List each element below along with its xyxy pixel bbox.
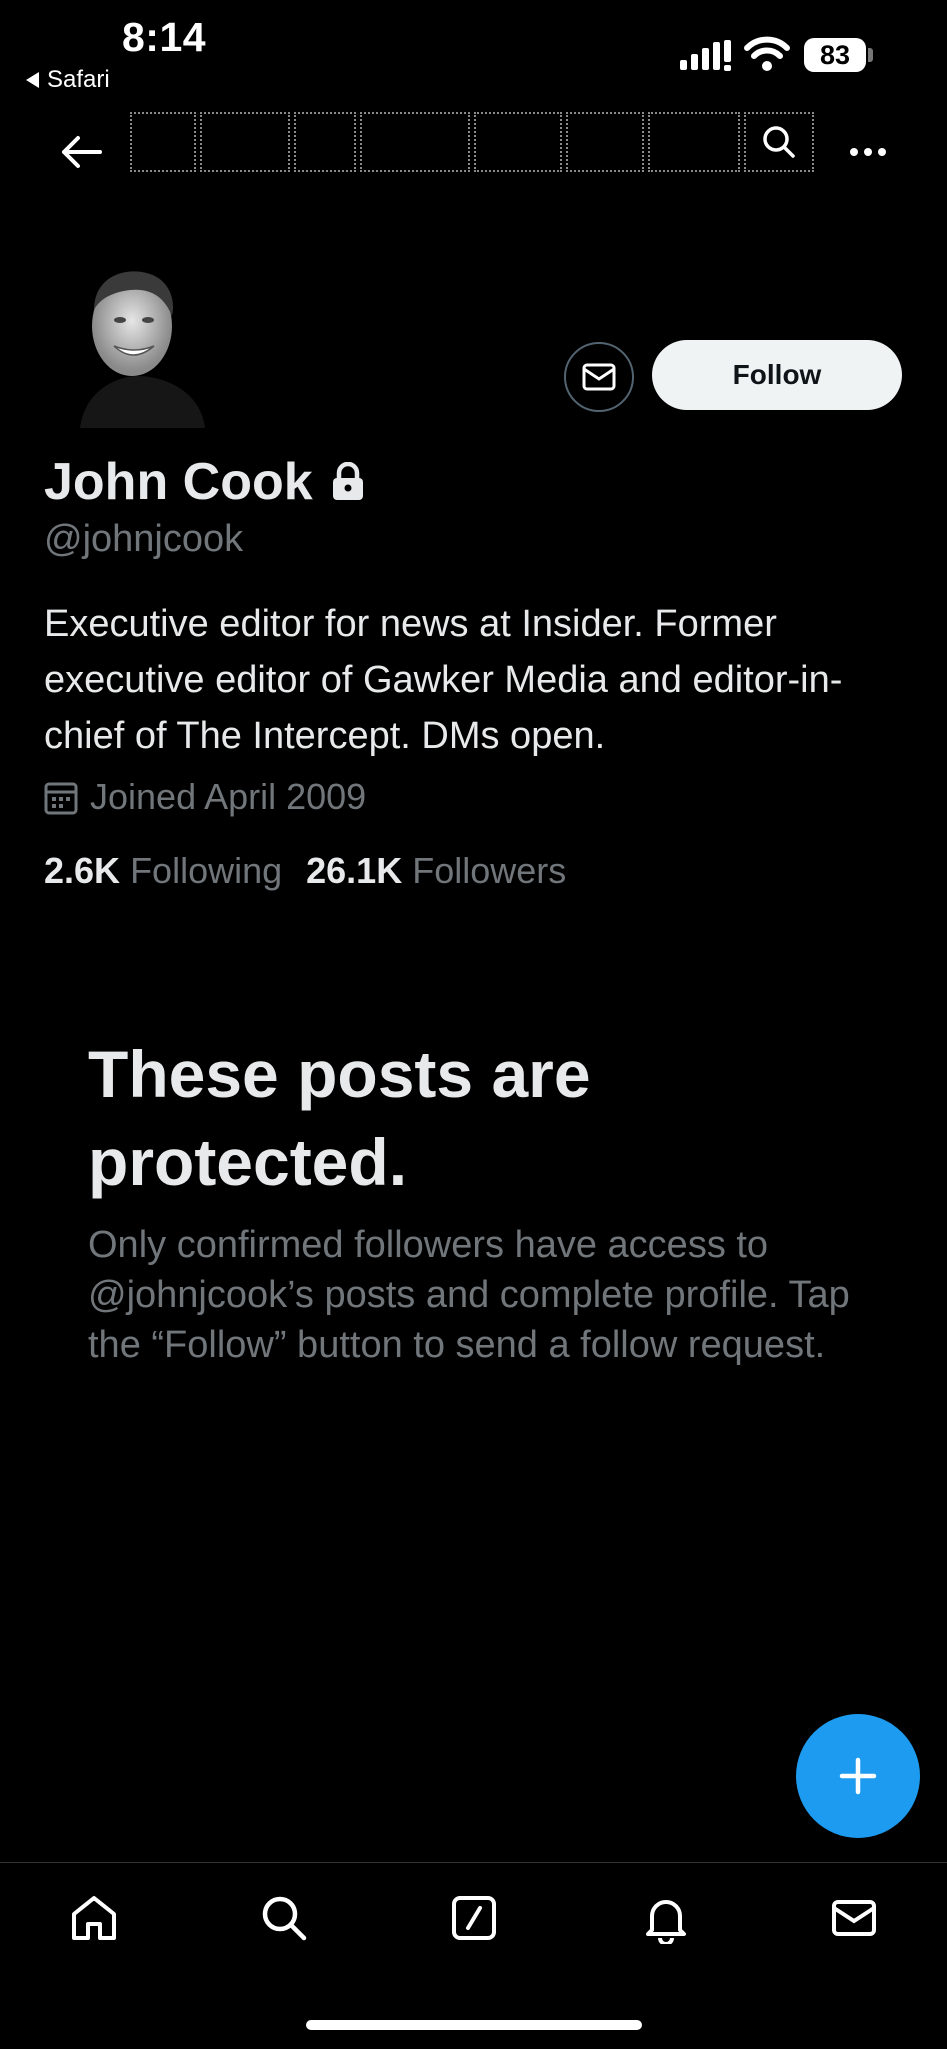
joined-date: Joined April 2009: [90, 776, 367, 817]
following-count: 2.6K: [44, 850, 121, 891]
protected-title: These posts are protected.: [88, 1037, 591, 1199]
status-time: 8:14: [122, 14, 207, 60]
followers-count: 26.1K: [306, 850, 403, 891]
profile-name-row: John Cook: [44, 452, 365, 512]
placeholder-box: [360, 112, 470, 172]
bell-icon: [646, 1900, 686, 1944]
battery-tip: [868, 48, 873, 62]
tab-compose[interactable]: [444, 1888, 504, 1948]
protected-description: Only confirmed followers have access to …: [88, 1224, 850, 1366]
lock-icon: [332, 462, 363, 500]
plus-icon: [839, 1757, 877, 1795]
search-icon: [262, 1896, 307, 1941]
arrow-left-icon[interactable]: [58, 132, 104, 172]
avatar[interactable]: [60, 258, 210, 428]
more-icon[interactable]: [848, 140, 888, 164]
tab-placeholder-bar: [130, 112, 818, 176]
compose-icon: [452, 1896, 496, 1940]
back-app-label: Safari: [47, 66, 110, 93]
compose-fab[interactable]: [796, 1714, 920, 1838]
placeholder-box: [566, 112, 644, 172]
tab-notifications[interactable]: [636, 1888, 696, 1948]
battery-level: 83: [804, 38, 866, 72]
followers-label: Followers: [412, 850, 567, 891]
followers-stat[interactable]: 26.1K Followers: [306, 850, 566, 892]
profile-name: John Cook: [44, 453, 313, 511]
cellular-signal-icon: [680, 40, 731, 71]
back-triangle-icon: [26, 72, 39, 88]
placeholder-box: [648, 112, 740, 172]
following-label: Following: [130, 850, 283, 891]
follow-button[interactable]: Follow: [652, 340, 902, 410]
message-button[interactable]: [564, 342, 634, 412]
mail-icon: [582, 363, 616, 391]
search-icon: [763, 126, 795, 158]
wifi-icon: [744, 36, 790, 71]
placeholder-box: [130, 112, 196, 172]
follow-stats: 2.6K Following 26.1K Followers: [44, 850, 566, 892]
back-to-safari[interactable]: Safari: [26, 66, 110, 94]
home-indicator[interactable]: [306, 2020, 642, 2030]
mail-icon: [832, 1900, 876, 1936]
following-stat[interactable]: 2.6K Following: [44, 850, 282, 892]
tab-home[interactable]: [64, 1888, 124, 1948]
tab-explore[interactable]: [254, 1888, 314, 1948]
search-button[interactable]: [744, 112, 814, 172]
placeholder-box: [474, 112, 562, 172]
home-icon: [72, 1896, 116, 1940]
tab-messages[interactable]: [824, 1888, 884, 1948]
placeholder-box: [294, 112, 356, 172]
joined-date-row: Joined April 2009: [44, 776, 366, 818]
profile-handle: @johnjcook: [44, 518, 244, 560]
placeholder-box: [200, 112, 290, 172]
profile-bio: Executive editor for news at Insider. Fo…: [44, 603, 843, 757]
calendar-icon: [44, 782, 78, 815]
